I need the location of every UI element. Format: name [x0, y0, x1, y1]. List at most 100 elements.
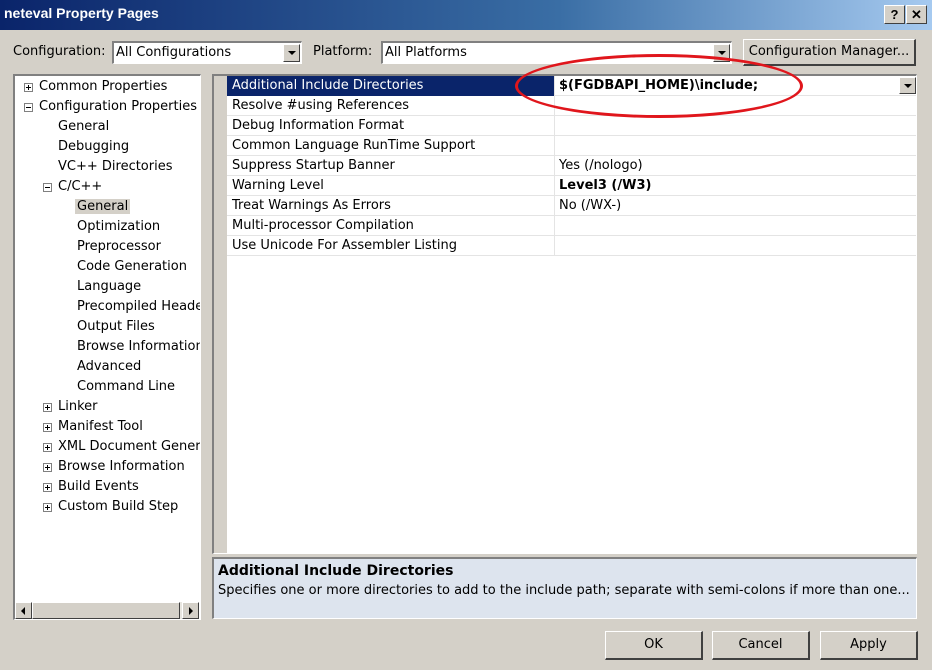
- tree-item[interactable]: Preprocessor: [75, 238, 163, 258]
- tree-item[interactable]: XML Document Generator: [43, 438, 201, 458]
- collapse-minus-icon[interactable]: [24, 103, 33, 112]
- property-value[interactable]: [556, 136, 916, 156]
- tree-item-label: Preprocessor: [77, 239, 161, 254]
- scroll-thumb[interactable]: [32, 602, 180, 619]
- property-row[interactable]: Common Language RunTime Support: [227, 136, 916, 156]
- tree-item-label: Code Generation: [77, 259, 187, 274]
- tree-item-label: Build Events: [58, 479, 139, 494]
- expand-plus-icon[interactable]: [43, 423, 52, 432]
- tree-item-label: Common Properties: [39, 79, 168, 94]
- tree-item[interactable]: C/C++: [43, 178, 104, 198]
- tree-item[interactable]: Manifest Tool: [43, 418, 145, 438]
- help-button[interactable]: ?: [884, 5, 905, 24]
- tree-item[interactable]: Custom Build Step: [43, 498, 180, 518]
- expand-plus-icon[interactable]: [43, 483, 52, 492]
- tree-item[interactable]: Common Properties: [24, 78, 169, 98]
- tree-item[interactable]: Optimization: [75, 218, 162, 238]
- configuration-manager-button[interactable]: Configuration Manager...: [743, 39, 916, 66]
- platform-label: Platform:: [313, 44, 373, 59]
- tree-item-label: XML Document Generator: [58, 439, 201, 454]
- tree-item-label: Advanced: [77, 359, 142, 374]
- collapse-minus-icon[interactable]: [43, 183, 52, 192]
- expand-plus-icon[interactable]: [43, 443, 52, 452]
- property-name[interactable]: Suppress Startup Banner: [227, 156, 555, 176]
- tree-item[interactable]: Precompiled Headers: [75, 298, 200, 318]
- tree-item[interactable]: General: [75, 198, 131, 218]
- configuration-manager-label: Configuration Manager...: [748, 44, 910, 59]
- platform-value: All Platforms: [385, 45, 467, 60]
- apply-label: Apply: [850, 637, 887, 652]
- property-name[interactable]: Additional Include Directories: [227, 76, 555, 96]
- description-pane: Additional Include Directories Specifies…: [212, 557, 917, 619]
- property-name[interactable]: Common Language RunTime Support: [227, 136, 555, 156]
- property-name[interactable]: Treat Warnings As Errors: [227, 196, 555, 216]
- tree-horizontal-scrollbar[interactable]: [15, 602, 199, 619]
- property-row[interactable]: Use Unicode For Assembler Listing: [227, 236, 916, 256]
- tree-item[interactable]: Browse Information: [43, 458, 187, 478]
- expand-plus-icon[interactable]: [43, 503, 52, 512]
- property-value[interactable]: [556, 236, 916, 256]
- grid-gutter: [214, 76, 227, 553]
- tree-item[interactable]: VC++ Directories: [56, 158, 175, 178]
- property-value[interactable]: [556, 116, 916, 136]
- tree-item[interactable]: Code Generation: [75, 258, 189, 278]
- tree-item-label: Configuration Properties: [39, 99, 197, 114]
- tree-item[interactable]: Linker: [43, 398, 100, 418]
- tree-item-label: Output Files: [77, 319, 155, 334]
- tree-item-label: Linker: [58, 399, 98, 414]
- configuration-dropdown[interactable]: All Configurations: [112, 41, 302, 64]
- tree-item[interactable]: Advanced: [75, 358, 143, 378]
- configuration-label: Configuration:: [13, 44, 106, 59]
- tree-item-label: Precompiled Headers: [77, 299, 200, 314]
- configuration-value: All Configurations: [116, 45, 232, 60]
- property-grid[interactable]: Additional Include Directories $(FGDBAPI_…: [212, 74, 917, 554]
- property-name[interactable]: Multi-processor Compilation: [227, 216, 555, 236]
- tree-item[interactable]: Build Events: [43, 478, 141, 498]
- expand-plus-icon[interactable]: [43, 463, 52, 472]
- tree-item[interactable]: Language: [75, 278, 143, 298]
- tree-item-label: Language: [77, 279, 142, 294]
- property-tree[interactable]: Common Properties Configuration Propertie…: [13, 74, 201, 620]
- tree-item-label: Browse Information: [77, 339, 201, 354]
- scroll-right-icon[interactable]: [182, 602, 199, 619]
- property-row[interactable]: Suppress Startup Banner Yes (/nologo): [227, 156, 916, 176]
- property-value[interactable]: [556, 216, 916, 236]
- highlight-annotation-circle: [515, 54, 803, 118]
- cancel-button[interactable]: Cancel: [712, 631, 810, 660]
- tree-item[interactable]: Output Files: [75, 318, 157, 338]
- tree-item[interactable]: Configuration Properties: [24, 98, 199, 118]
- property-row[interactable]: Multi-processor Compilation: [227, 216, 916, 236]
- description-text: Specifies one or more directories to add…: [218, 583, 910, 598]
- expand-plus-icon[interactable]: [43, 403, 52, 412]
- property-row[interactable]: Treat Warnings As Errors No (/WX-): [227, 196, 916, 216]
- apply-button[interactable]: Apply: [820, 631, 918, 660]
- close-button[interactable]: ✕: [906, 5, 927, 24]
- ok-button[interactable]: OK: [605, 631, 703, 660]
- property-row[interactable]: Debug Information Format: [227, 116, 916, 136]
- tree-item[interactable]: Debugging: [56, 138, 131, 158]
- tree-item-label: Optimization: [77, 219, 161, 234]
- tree-item-label: General: [75, 199, 131, 214]
- tree-item[interactable]: Browse Information: [75, 338, 201, 358]
- tree-item-label: C/C++: [58, 179, 103, 194]
- chevron-down-icon[interactable]: [899, 77, 916, 94]
- title-bar: neteval Property Pages ? ✕: [0, 0, 932, 30]
- property-row[interactable]: Warning Level Level3 (/W3): [227, 176, 916, 196]
- property-name[interactable]: Resolve #using References: [227, 96, 555, 116]
- property-value[interactable]: Yes (/nologo): [556, 156, 916, 176]
- cancel-label: Cancel: [738, 637, 783, 652]
- chevron-down-icon[interactable]: [283, 44, 300, 62]
- tree-item-label: Debugging: [58, 139, 130, 154]
- tree-item[interactable]: Command Line: [75, 378, 177, 398]
- expand-plus-icon[interactable]: [24, 83, 33, 92]
- tree-item[interactable]: General: [56, 118, 111, 138]
- property-name[interactable]: Debug Information Format: [227, 116, 555, 136]
- property-name[interactable]: Use Unicode For Assembler Listing: [227, 236, 555, 256]
- scroll-left-icon[interactable]: [15, 602, 32, 619]
- tree-item-label: Command Line: [77, 379, 176, 394]
- property-value[interactable]: Level3 (/W3): [556, 176, 916, 196]
- ok-label: OK: [644, 637, 663, 652]
- property-value[interactable]: No (/WX-): [556, 196, 916, 216]
- property-name[interactable]: Warning Level: [227, 176, 555, 196]
- tree-item-label: VC++ Directories: [58, 159, 173, 174]
